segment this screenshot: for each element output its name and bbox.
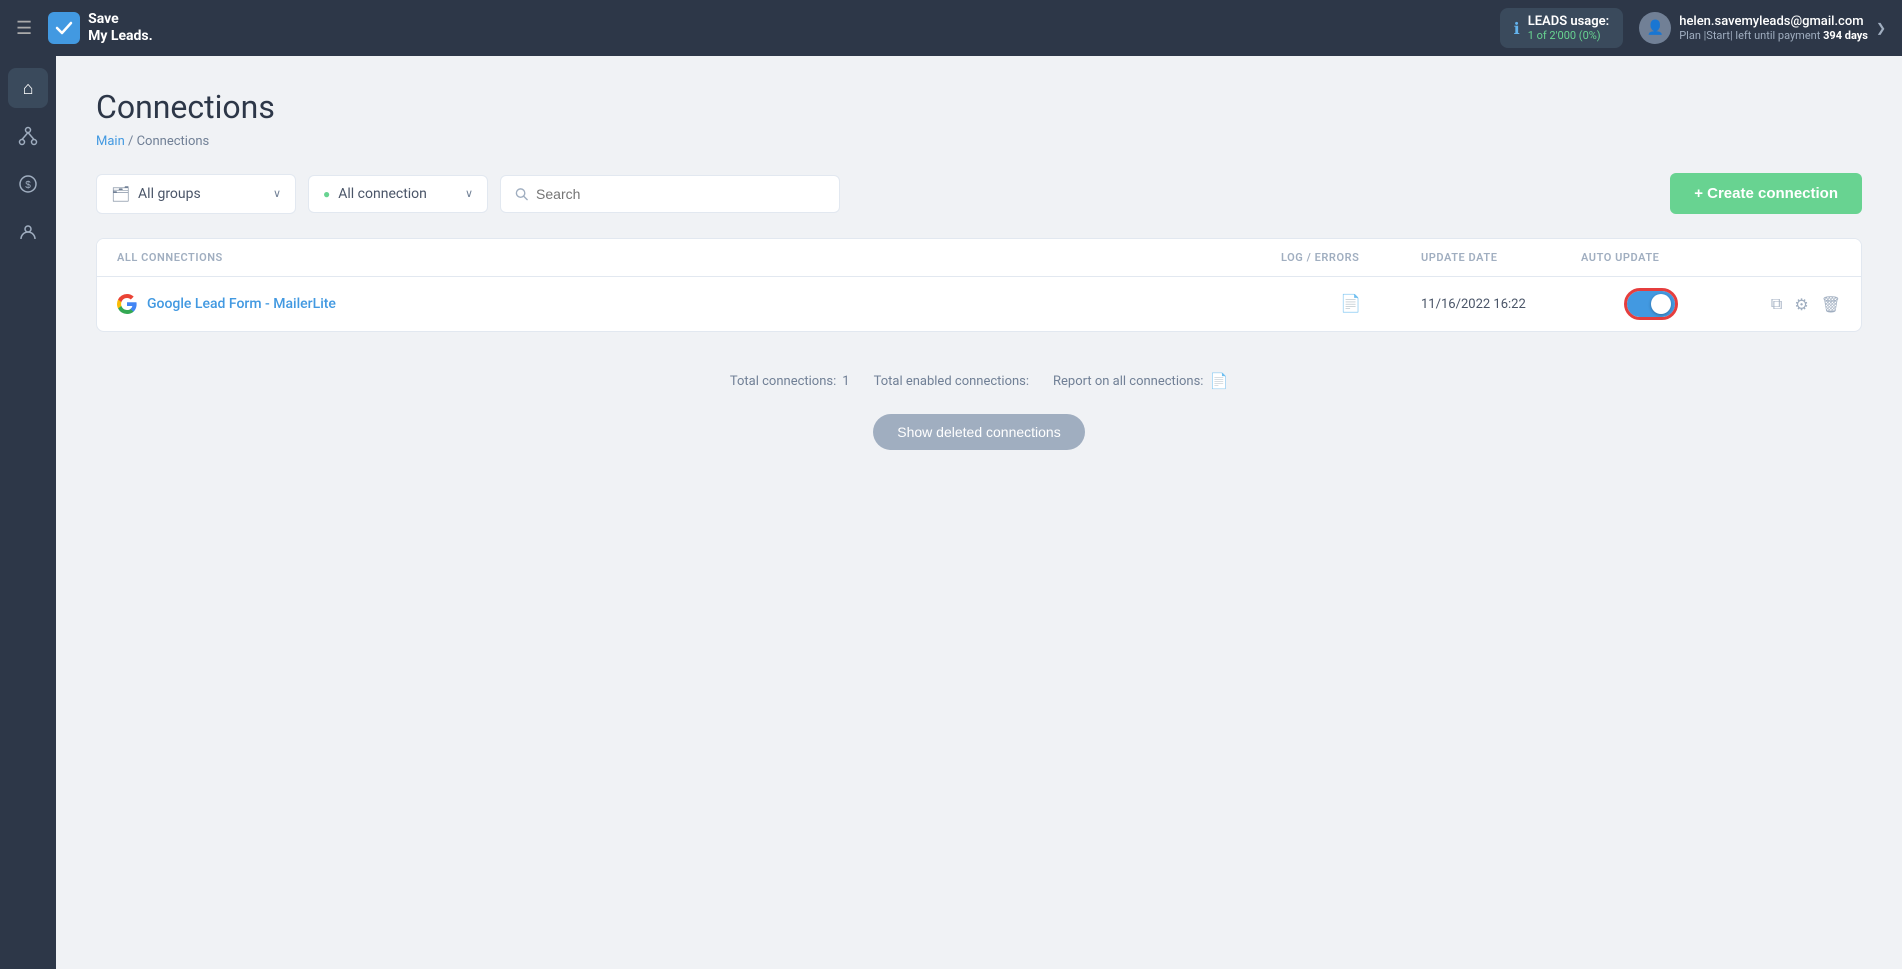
leads-usage[interactable]: ℹ LEADS usage: 1 of 2'000 (0%) xyxy=(1500,8,1624,48)
leads-usage-text: LEADS usage: 1 of 2'000 (0%) xyxy=(1528,14,1610,42)
chevron-down-icon: ∨ xyxy=(465,187,473,200)
logo-icon xyxy=(48,12,80,44)
folder-icon: 🗂 xyxy=(111,185,130,203)
sidebar: ⌂ $ xyxy=(0,56,56,969)
delete-icon[interactable]: 🗑 xyxy=(1821,295,1841,314)
total-connections: Total connections: 1 xyxy=(730,374,850,389)
summary-row: Total connections: 1 Total enabled conne… xyxy=(96,356,1862,406)
sidebar-item-connections[interactable] xyxy=(8,116,48,156)
connection-status-icon: ● xyxy=(323,187,330,201)
avatar: 👤 xyxy=(1639,12,1671,44)
sidebar-item-account[interactable] xyxy=(8,212,48,252)
report-icon[interactable]: 📄 xyxy=(1209,372,1228,390)
groups-dropdown[interactable]: 🗂 All groups ∨ xyxy=(96,174,296,214)
breadcrumb: Main / Connections xyxy=(96,134,1862,149)
main-content: Connections Main / Connections 🗂 All gro… xyxy=(56,56,1902,969)
settings-icon[interactable]: ⚙ xyxy=(1794,295,1808,314)
layout: ⌂ $ Connections Main / xyxy=(0,56,1902,969)
connection-dropdown[interactable]: ● All connection ∨ xyxy=(308,175,488,213)
toolbar: 🗂 All groups ∨ ● All connection ∨ xyxy=(96,173,1862,214)
connection-link[interactable]: Google Lead Form - MailerLite xyxy=(117,294,1281,314)
info-icon: ℹ xyxy=(1514,19,1520,38)
connections-table: ALL CONNECTIONS LOG / ERRORS UPDATE DATE… xyxy=(96,238,1862,332)
page-title: Connections xyxy=(96,88,1862,126)
google-icon xyxy=(117,294,137,314)
total-enabled-connections: Total enabled connections: xyxy=(874,374,1029,389)
show-deleted-wrapper: Show deleted connections xyxy=(96,406,1862,482)
hamburger-icon[interactable]: ☰ xyxy=(16,18,32,39)
create-connection-button[interactable]: + Create connection xyxy=(1670,173,1862,214)
auto-update-toggle[interactable] xyxy=(1627,291,1675,317)
search-input[interactable] xyxy=(536,186,825,202)
chevron-down-icon: ∨ xyxy=(273,187,281,200)
toggle-knob xyxy=(1651,294,1671,314)
show-deleted-button[interactable]: Show deleted connections xyxy=(873,414,1084,450)
logo-text: Save My Leads. xyxy=(88,11,153,45)
svg-text:$: $ xyxy=(25,180,31,191)
update-date: 11/16/2022 16:22 xyxy=(1421,297,1581,312)
search-icon xyxy=(515,187,528,201)
row-actions: ⧉ ⚙ 🗑 xyxy=(1721,294,1841,314)
log-icon[interactable]: 📄 xyxy=(1340,294,1361,314)
topnav: ☰ Save My Leads. ℹ LEADS usage: 1 of 2'0… xyxy=(0,0,1902,56)
user-info: helen.savemyleads@gmail.com Plan |Start|… xyxy=(1679,14,1868,42)
search-box xyxy=(500,175,840,213)
sidebar-item-home[interactable]: ⌂ xyxy=(8,68,48,108)
report-all-connections: Report on all connections: 📄 xyxy=(1053,372,1228,390)
breadcrumb-main[interactable]: Main xyxy=(96,134,125,149)
logo: Save My Leads. xyxy=(48,11,153,45)
sidebar-item-billing[interactable]: $ xyxy=(8,164,48,204)
chevron-down-icon: ❯ xyxy=(1876,21,1886,35)
user-plan: Plan |Start| left until payment 394 days xyxy=(1679,29,1868,42)
user-menu[interactable]: 👤 helen.savemyleads@gmail.com Plan |Star… xyxy=(1639,12,1886,44)
copy-icon[interactable]: ⧉ xyxy=(1771,294,1782,314)
table-header: ALL CONNECTIONS LOG / ERRORS UPDATE DATE… xyxy=(97,239,1861,277)
table-row: Google Lead Form - MailerLite 📄 11/16/20… xyxy=(97,277,1861,331)
